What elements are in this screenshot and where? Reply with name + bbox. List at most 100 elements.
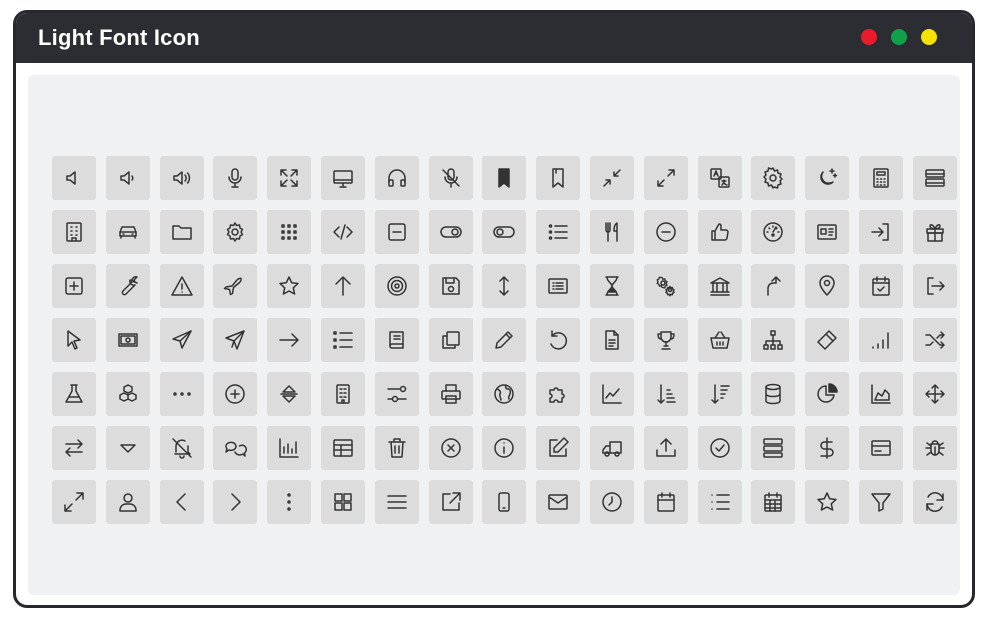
bar-chart-icon[interactable] [267, 426, 312, 470]
line-chart-icon[interactable] [590, 372, 634, 416]
basket-icon[interactable] [697, 318, 742, 362]
arrow-right-icon[interactable] [267, 318, 312, 362]
envelope-icon[interactable] [536, 480, 581, 524]
bank-icon[interactable] [697, 264, 742, 308]
toggle-on-icon[interactable] [428, 210, 473, 254]
bookmark-icon[interactable] [536, 156, 581, 200]
undo-icon[interactable] [536, 318, 581, 362]
volume-high-icon[interactable] [159, 156, 204, 200]
expand-icon[interactable] [643, 156, 688, 200]
wrench-icon[interactable] [105, 264, 150, 308]
printer-icon[interactable] [428, 372, 473, 416]
chevron-left-icon[interactable] [159, 480, 204, 524]
flask-icon[interactable] [52, 372, 96, 416]
calendar-grid-icon[interactable] [751, 480, 796, 524]
minus-square-icon[interactable] [374, 210, 419, 254]
location-icon[interactable] [805, 264, 850, 308]
building-icon[interactable] [52, 210, 96, 254]
arrow-up-icon[interactable] [321, 264, 365, 308]
book-icon[interactable] [374, 318, 419, 362]
thumbs-up-icon[interactable] [697, 210, 742, 254]
calendar-icon[interactable] [643, 480, 688, 524]
car-icon[interactable] [105, 210, 150, 254]
sort-icon[interactable] [267, 372, 312, 416]
turn-up-icon[interactable] [751, 264, 796, 308]
toggle-off-icon[interactable] [482, 210, 527, 254]
cursor-icon[interactable] [52, 318, 96, 362]
grid-icon[interactable] [267, 210, 312, 254]
filter-icon[interactable] [859, 480, 903, 524]
minimize-button[interactable] [921, 29, 937, 45]
clock-icon[interactable] [590, 480, 634, 524]
settings-icon[interactable] [751, 156, 796, 200]
table-icon[interactable] [321, 426, 365, 470]
gift-icon[interactable] [912, 210, 957, 254]
list-ul-icon[interactable] [697, 480, 742, 524]
night-mode-icon[interactable] [805, 156, 850, 200]
user-icon[interactable] [105, 480, 150, 524]
headphones-icon[interactable] [374, 156, 419, 200]
paper-plane-icon[interactable] [159, 318, 204, 362]
sort-desc-icon[interactable] [697, 372, 742, 416]
maximize-button[interactable] [891, 29, 907, 45]
refresh-icon[interactable] [912, 480, 957, 524]
truck-icon[interactable] [590, 426, 634, 470]
id-card-icon[interactable] [805, 210, 850, 254]
volume-off-icon[interactable] [52, 156, 96, 200]
code-icon[interactable] [321, 210, 365, 254]
more-vertical-icon[interactable] [267, 480, 312, 524]
pie-chart-icon[interactable] [805, 372, 850, 416]
dashboard-icon[interactable] [751, 210, 796, 254]
credit-card-icon[interactable] [859, 426, 903, 470]
bookmark-filled-icon[interactable] [482, 156, 527, 200]
calendar-check-icon[interactable] [859, 264, 903, 308]
upload-icon[interactable] [643, 426, 688, 470]
signal-icon[interactable] [859, 318, 903, 362]
warning-icon[interactable] [159, 264, 204, 308]
more-horizontal-icon[interactable] [159, 372, 204, 416]
cogs-icon[interactable] [643, 264, 688, 308]
monitor-icon[interactable] [321, 156, 365, 200]
receipt-icon[interactable] [536, 264, 581, 308]
close-button[interactable] [861, 29, 877, 45]
bell-off-icon[interactable] [159, 426, 204, 470]
star-icon[interactable] [267, 264, 312, 308]
restaurant-icon[interactable] [590, 210, 634, 254]
area-chart-icon[interactable] [859, 372, 903, 416]
sign-in-icon[interactable] [859, 210, 903, 254]
plus-square-icon[interactable] [52, 264, 96, 308]
save-icon[interactable] [428, 264, 473, 308]
copy-icon[interactable] [428, 318, 473, 362]
folder-icon[interactable] [159, 210, 204, 254]
cog-icon[interactable] [213, 210, 258, 254]
office-icon[interactable] [321, 372, 365, 416]
chevron-right-icon[interactable] [213, 480, 258, 524]
collapse-icon[interactable] [590, 156, 634, 200]
document-icon[interactable] [590, 318, 634, 362]
edit-icon[interactable] [536, 426, 581, 470]
info-circle-icon[interactable] [482, 426, 527, 470]
external-link-icon[interactable] [428, 480, 473, 524]
th-large-icon[interactable] [321, 480, 365, 524]
airplane-icon[interactable] [213, 264, 258, 308]
sign-out-icon[interactable] [912, 264, 957, 308]
database-icon[interactable] [751, 372, 796, 416]
translate-icon[interactable] [697, 156, 742, 200]
menu-icon[interactable] [374, 480, 419, 524]
calculator-icon[interactable] [859, 156, 903, 200]
puzzle-icon[interactable] [536, 372, 581, 416]
sort-asc-icon[interactable] [643, 372, 688, 416]
check-circle-icon[interactable] [697, 426, 742, 470]
cubes-icon[interactable] [105, 372, 150, 416]
ticket-icon[interactable] [805, 318, 850, 362]
fullscreen-icon[interactable] [267, 156, 312, 200]
server-icon[interactable] [912, 156, 957, 200]
bug-icon[interactable] [912, 426, 957, 470]
microphone-icon[interactable] [213, 156, 258, 200]
globe-icon[interactable] [482, 372, 527, 416]
mobile-icon[interactable] [482, 480, 527, 524]
vertical-resize-icon[interactable] [482, 264, 527, 308]
dollar-icon[interactable] [805, 426, 850, 470]
plus-circle-icon[interactable] [213, 372, 258, 416]
sliders-icon[interactable] [374, 372, 419, 416]
